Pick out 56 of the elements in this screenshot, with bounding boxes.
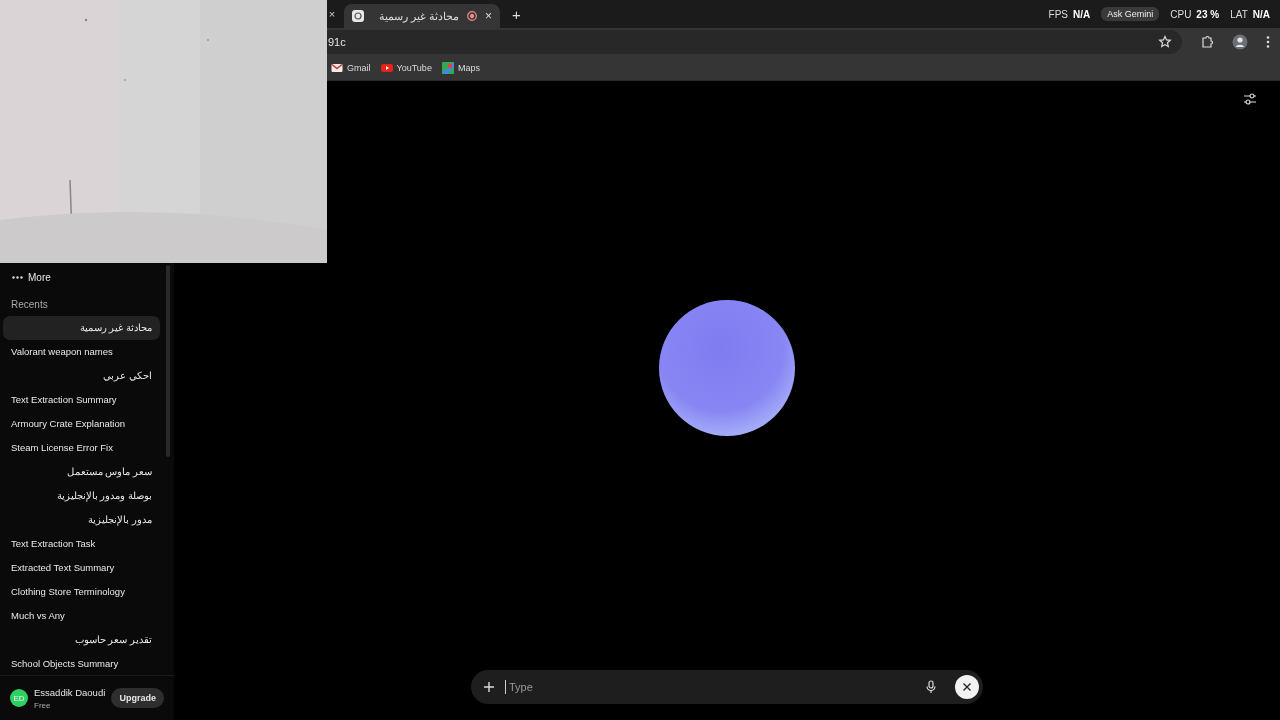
- chat-history-item[interactable]: Text Extraction Summary: [3, 388, 160, 412]
- tooltip: Ask Gemini: [1101, 7, 1160, 21]
- chat-history-item[interactable]: Armoury Crate Explanation: [3, 412, 160, 436]
- stat-value: N/A: [1252, 8, 1270, 20]
- tab-close-button[interactable]: ×: [328, 7, 336, 21]
- chat-history-item[interactable]: مدور بالإنجليزية: [3, 508, 160, 532]
- map-pin-icon: [441, 62, 454, 74]
- chat-history-item[interactable]: Valorant weapon names: [3, 340, 160, 364]
- star-icon[interactable]: [1158, 35, 1172, 49]
- section-heading: Recents: [10, 298, 49, 312]
- tab-title: محادثة غير رسمية: [377, 9, 459, 23]
- profile-avatar-icon[interactable]: [1232, 34, 1248, 50]
- scrollbar[interactable]: [166, 265, 170, 457]
- stat-label: LAT: [1230, 8, 1248, 20]
- chat-history-item[interactable]: احكي عربي: [3, 364, 160, 388]
- menu-icon[interactable]: [1266, 35, 1270, 49]
- url-text: 91c: [328, 36, 346, 48]
- stat-label: FPS: [1048, 8, 1068, 20]
- message-bar[interactable]: Type: [471, 670, 983, 704]
- more-label: More: [28, 271, 51, 283]
- tab-close-button[interactable]: ×: [485, 10, 492, 22]
- bookmark-link[interactable]: YouTube: [380, 62, 432, 74]
- address-field[interactable]: 91c: [327, 30, 1182, 54]
- user-avatar: ED: [10, 689, 28, 707]
- chat-history-item[interactable]: School Objects Summary: [3, 652, 160, 675]
- plan-label: Free: [34, 700, 52, 710]
- bookmark-link[interactable]: Maps: [441, 62, 480, 74]
- mail-icon: [331, 62, 343, 74]
- sliders-icon[interactable]: [1243, 92, 1257, 106]
- bookmark-link[interactable]: Gmail: [331, 62, 371, 74]
- chat-history-item[interactable]: بوصلة ومدور بالإنجليزية: [3, 484, 160, 508]
- plus-icon[interactable]: [483, 681, 495, 693]
- stat-value: 23 %: [1196, 8, 1220, 20]
- puzzle-icon[interactable]: [1200, 35, 1214, 49]
- chat-history-item[interactable]: تقدير سعر حاسوب: [3, 628, 160, 652]
- more-menu-item[interactable]: More: [3, 268, 160, 286]
- new-tab-button[interactable]: +: [512, 6, 521, 22]
- upgrade-button[interactable]: Upgrade: [111, 688, 164, 708]
- message-input[interactable]: Type: [505, 680, 915, 694]
- chat-history-item[interactable]: Text Extraction Task: [3, 532, 160, 556]
- microphone-icon[interactable]: [925, 680, 937, 694]
- site-icon[interactable]: [352, 10, 364, 22]
- chat-history-item[interactable]: سعر ماوس مستعمل: [3, 460, 160, 484]
- more-dots-icon[interactable]: [12, 275, 23, 279]
- chat-history-item[interactable]: Steam License Error Fix: [3, 436, 160, 460]
- stat-value: N/A: [1073, 8, 1091, 20]
- stat-label: CPU: [1170, 8, 1192, 20]
- chat-history-item[interactable]: Much vs Any: [3, 604, 160, 628]
- chat-history-item[interactable]: Clothing Store Terminology: [3, 580, 160, 604]
- browser-tab[interactable]: محادثة غير رسمية ×: [344, 4, 500, 28]
- close-button[interactable]: [955, 675, 979, 699]
- play-icon: [380, 62, 393, 74]
- chat-history-item[interactable]: Extracted Text Summary: [3, 556, 160, 580]
- chat-history-item[interactable]: محادثة غير رسمية: [3, 316, 160, 340]
- user-name: Essaddik Daoudi: [34, 686, 106, 698]
- close-icon: [962, 682, 972, 692]
